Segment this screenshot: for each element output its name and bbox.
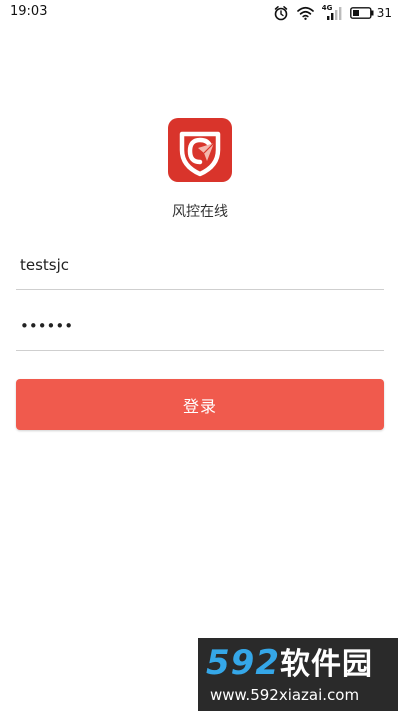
password-input[interactable] bbox=[16, 302, 384, 350]
watermark-brand-number: 592 bbox=[206, 643, 280, 683]
battery-icon bbox=[349, 7, 374, 19]
login-button[interactable]: 登录 bbox=[16, 379, 384, 430]
app-logo bbox=[168, 118, 232, 182]
watermark-url: www.592xiazai.com bbox=[210, 686, 360, 704]
battery-level: 31 bbox=[376, 6, 392, 20]
battery-indicator: 31 bbox=[349, 6, 392, 20]
status-bar: 19:03 4G 31 bbox=[0, 0, 400, 26]
app-name: 风控在线 bbox=[172, 204, 228, 220]
shield-paper-plane-logo bbox=[168, 118, 232, 182]
status-icons: 4G 31 bbox=[273, 3, 392, 23]
wifi-icon bbox=[296, 6, 314, 20]
watermark-brand: 592软件园 bbox=[206, 644, 373, 684]
username-input[interactable] bbox=[16, 241, 384, 289]
password-field-container bbox=[16, 302, 384, 351]
status-time: 19:03 bbox=[10, 4, 48, 19]
signal-icon: 4G bbox=[322, 4, 342, 21]
watermark-brand-text: 软件园 bbox=[279, 647, 373, 682]
alarm-icon bbox=[273, 5, 289, 21]
watermark: 592软件园 www.592xiazai.com bbox=[198, 638, 398, 711]
username-field-container bbox=[16, 241, 384, 290]
